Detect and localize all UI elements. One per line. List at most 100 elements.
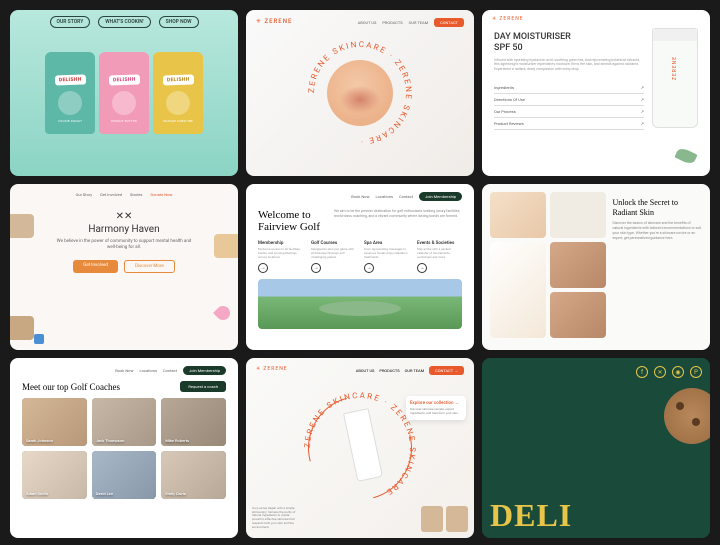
twitter-icon[interactable]: ✕ bbox=[654, 366, 666, 378]
flower-icon bbox=[213, 303, 233, 323]
nav-item[interactable]: Our Story bbox=[76, 192, 93, 197]
card-delishh-footer[interactable]: f ✕ ◉ P DELI bbox=[482, 358, 710, 538]
coach-card[interactable]: Mike Roberts bbox=[161, 398, 226, 446]
nav-item[interactable]: WHAT'S COOKIN' bbox=[98, 16, 150, 28]
delishh-nav: OUR STORY WHAT'S COOKIN' SHOP NOW bbox=[10, 16, 238, 28]
card-golf-coaches[interactable]: Book Now Locations Contact Join Membersh… bbox=[10, 358, 238, 538]
nav-item[interactable]: Get Involved bbox=[100, 192, 122, 197]
shape-icon bbox=[34, 334, 44, 344]
nav-item[interactable]: OUR STORY bbox=[50, 16, 91, 28]
zerene-logo[interactable]: ✳ ZERENE bbox=[492, 16, 524, 22]
card-moisturiser[interactable]: ✳ ZERENE DAY MOISTURISER SPF 50 Infused … bbox=[482, 10, 710, 176]
nav-item[interactable]: Stories bbox=[130, 192, 142, 197]
harmony-nav: Our Story Get Involved Stories Donate No… bbox=[76, 192, 173, 197]
feature-col: Spa AreaFrom rejuvenating massages to lu… bbox=[364, 241, 409, 273]
callout-title: Explore our collection → bbox=[410, 400, 462, 406]
nav-item[interactable]: Locations bbox=[375, 194, 393, 199]
coach-card[interactable]: Emily Davis bbox=[161, 451, 226, 499]
card-delishh-packaging[interactable]: OUR STORY WHAT'S COOKIN' SHOP NOW DELISH… bbox=[10, 10, 238, 176]
pouch-pink: DELISHH PEANUT BUTTER bbox=[99, 52, 149, 134]
request-coach-button[interactable]: Request a coach bbox=[180, 381, 226, 392]
card-zerene-hero[interactable]: ✳ ZERENE ABOUT US PRODUCTS OUR TEAM CONT… bbox=[246, 358, 474, 538]
arrow-icon: ↗ bbox=[641, 85, 644, 90]
card-fairview-golf[interactable]: Book Now Locations Contact Join Membersh… bbox=[246, 184, 474, 350]
golf-nav: Book Now Locations Contact Join Membersh… bbox=[22, 366, 226, 375]
contact-button[interactable]: CONTACT bbox=[434, 18, 464, 27]
membership-button[interactable]: Join Membership bbox=[419, 192, 462, 201]
zerene-logo[interactable]: ✳ ZERENE bbox=[256, 366, 288, 372]
nav-item[interactable]: Book Now bbox=[115, 368, 133, 373]
feature-col: Golf CoursesDesigned to test your game w… bbox=[311, 241, 356, 273]
card-harmony-haven[interactable]: Our Story Get Involved Stories Donate No… bbox=[10, 184, 238, 350]
nav-item[interactable]: PRODUCTS bbox=[382, 20, 402, 25]
hero-center: ZERENE SKINCARE · ZERENE SKINCARE bbox=[300, 388, 420, 508]
facebook-icon[interactable]: f bbox=[636, 366, 648, 378]
thumb-photo bbox=[421, 506, 443, 532]
nav-item[interactable]: OUR TEAM bbox=[405, 368, 425, 373]
photo-tile bbox=[490, 242, 546, 338]
nav-item[interactable]: OUR TEAM bbox=[409, 20, 429, 25]
feature-col: Events & SocietiesStay active with a pac… bbox=[417, 241, 462, 273]
nav-item[interactable]: Contact bbox=[163, 368, 177, 373]
instagram-icon[interactable]: ◉ bbox=[672, 366, 684, 378]
pouch-brand: DELISHH bbox=[109, 74, 140, 85]
photo-tile bbox=[550, 242, 606, 288]
arrow-button[interactable]: → bbox=[311, 263, 321, 273]
page-title: Harmony Haven bbox=[88, 224, 159, 235]
coach-name: Emily Davis bbox=[165, 491, 186, 496]
nav-item[interactable]: PRODUCTS bbox=[379, 368, 399, 373]
arrow-button[interactable]: → bbox=[364, 263, 374, 273]
coach-card[interactable]: David Lee bbox=[92, 451, 157, 499]
arrow-button[interactable]: → bbox=[258, 263, 268, 273]
logo-glyph-icon: ✕✕ bbox=[116, 211, 133, 222]
feature-col: MembershipExclusive access to all facili… bbox=[258, 241, 303, 273]
pinterest-icon[interactable]: P bbox=[690, 366, 702, 378]
pouch-graphic-icon bbox=[112, 91, 136, 115]
arrow-button[interactable]: → bbox=[417, 263, 427, 273]
secondary-button[interactable]: Discover More bbox=[124, 260, 175, 273]
arrow-icon: ↗ bbox=[641, 97, 644, 102]
tube-brand-text: ZERENE bbox=[672, 56, 678, 80]
tube-graphic: ZERENE bbox=[652, 28, 698, 128]
photo-grid bbox=[490, 192, 606, 342]
nav-item[interactable]: Book Now bbox=[351, 194, 369, 199]
accordion-row[interactable]: Our Process↗ bbox=[494, 106, 644, 118]
zerene-logo[interactable]: ✳ ZERENE bbox=[256, 18, 292, 25]
card-radiant-skin[interactable]: Unlock the Secret to Radiant Skin Discov… bbox=[482, 184, 710, 350]
accordion-row[interactable]: Directions Of Use↗ bbox=[494, 94, 644, 106]
coach-card[interactable]: Jack Thompson bbox=[92, 398, 157, 446]
pouch-flavor: PEANUT BUTTER bbox=[111, 119, 137, 123]
accordion-row[interactable]: Ingredients↗ bbox=[494, 82, 644, 94]
nav-item[interactable]: SHOP NOW bbox=[159, 16, 199, 28]
pouch-flavor: COOKIE DOUGH bbox=[58, 119, 82, 123]
arrow-icon: ↗ bbox=[641, 121, 644, 126]
section-title: Unlock the Secret to Radiant Skin bbox=[612, 198, 702, 217]
nav-item[interactable]: Contact bbox=[399, 194, 413, 199]
photo-tile bbox=[214, 234, 238, 258]
coach-card[interactable]: Sarah Johnson bbox=[22, 398, 87, 446]
pouch-yellow: DELISHH ORANGE SUNSHINE bbox=[153, 52, 203, 134]
coach-name: Adam Smith bbox=[26, 491, 48, 496]
nav-item[interactable]: Locations bbox=[139, 368, 157, 373]
zerene-nav: ABOUT US PRODUCTS OUR TEAM CONTACT bbox=[358, 18, 464, 27]
contact-button[interactable]: CONTACT → bbox=[429, 366, 464, 375]
coach-card[interactable]: Adam Smith bbox=[22, 451, 87, 499]
membership-button[interactable]: Join Membership bbox=[183, 366, 226, 375]
photo-tile bbox=[490, 192, 546, 238]
coach-name: Jack Thompson bbox=[96, 438, 125, 443]
intro-text: We aim to be the premier destination for… bbox=[334, 209, 462, 218]
product-desc: Infused with hydrating hyaluronic acid, … bbox=[494, 58, 644, 73]
nav-item[interactable]: ABOUT US bbox=[356, 368, 375, 373]
accordion-list: Ingredients↗ Directions Of Use↗ Our Proc… bbox=[494, 82, 644, 130]
coach-name: Mike Roberts bbox=[165, 438, 189, 443]
card-zerene-circular[interactable]: ✳ ZERENE ABOUT US PRODUCTS OUR TEAM CONT… bbox=[246, 10, 474, 176]
nav-item[interactable]: Donate Now bbox=[151, 192, 173, 197]
accordion-row[interactable]: Product Reviews↗ bbox=[494, 118, 644, 130]
coach-grid: Sarah Johnson Jack Thompson Mike Roberts… bbox=[22, 398, 226, 499]
nav-item[interactable]: ABOUT US bbox=[358, 20, 377, 25]
photo-tile bbox=[10, 316, 34, 340]
primary-button[interactable]: Get Involved bbox=[73, 260, 118, 273]
callout-card[interactable]: Explore our collection → Discover skinca… bbox=[406, 396, 466, 420]
tube-cap-icon bbox=[653, 29, 697, 41]
feature-columns: MembershipExclusive access to all facili… bbox=[258, 241, 462, 273]
